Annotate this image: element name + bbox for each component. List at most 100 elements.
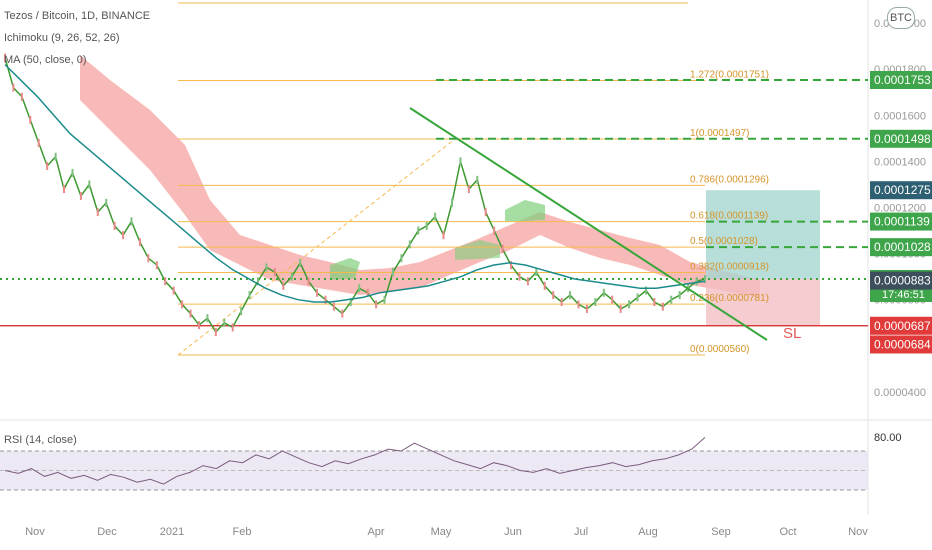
candle bbox=[434, 212, 437, 221]
candle bbox=[29, 115, 32, 124]
candle bbox=[71, 168, 74, 177]
y-axis-tick-label: 0.0000400 bbox=[874, 387, 926, 399]
candle bbox=[636, 293, 639, 302]
fib-level-label: 0.786(0.0001296) bbox=[690, 174, 769, 185]
candle bbox=[543, 281, 546, 290]
candle bbox=[535, 268, 538, 277]
candle bbox=[661, 302, 664, 311]
candle bbox=[231, 323, 234, 332]
x-axis-tick-label: Feb bbox=[233, 526, 252, 538]
candle bbox=[12, 83, 15, 92]
candle bbox=[619, 304, 622, 313]
x-axis-tick-label: Jul bbox=[574, 526, 588, 538]
legend-ma-text: MA (50, close, 0) bbox=[4, 54, 87, 66]
candle bbox=[189, 309, 192, 318]
candle bbox=[383, 295, 386, 304]
price-tag-text: 0.0001275 bbox=[874, 183, 931, 197]
price-tag-text: 0.0000883 bbox=[874, 274, 931, 288]
candle bbox=[695, 277, 698, 286]
candle bbox=[408, 240, 411, 249]
candle bbox=[585, 304, 588, 313]
candle bbox=[611, 295, 614, 304]
candle bbox=[628, 300, 631, 309]
price-tag-text: 0.0000684 bbox=[874, 337, 931, 351]
x-axis-tick-label: Dec bbox=[97, 526, 117, 538]
fib-level-label: 0.5(0.0001028) bbox=[690, 236, 758, 247]
chart-stage[interactable]: 0.00020000.00018000.00016000.00014000.00… bbox=[0, 0, 932, 550]
candle bbox=[577, 300, 580, 309]
candle bbox=[147, 254, 150, 263]
currency-badge[interactable]: BTC bbox=[887, 7, 915, 29]
candle bbox=[214, 328, 217, 336]
candle bbox=[138, 238, 141, 247]
candle bbox=[670, 295, 673, 304]
candle bbox=[20, 92, 23, 101]
x-axis-tick-label: Aug bbox=[638, 526, 658, 538]
y-axis-tick-label: 0.0001400 bbox=[874, 156, 926, 168]
legend-symbol-text: Tezos / Bitcoin, 1D, BINANCE bbox=[4, 10, 151, 22]
candle bbox=[602, 288, 605, 297]
candle bbox=[54, 152, 57, 161]
x-axis-tick-label: Oct bbox=[779, 526, 796, 538]
legend-ichimoku: Ichimoku (9, 26, 52, 26) bbox=[4, 32, 120, 44]
candle bbox=[181, 300, 184, 309]
candle bbox=[518, 272, 521, 281]
candle bbox=[155, 261, 158, 270]
legend-symbol: Tezos / Bitcoin, 1D, BINANCE bbox=[4, 10, 150, 22]
candle bbox=[122, 231, 125, 240]
rsi-legend: RSI (14, close) bbox=[4, 434, 77, 446]
candle bbox=[400, 254, 403, 263]
candle bbox=[96, 208, 99, 217]
candle bbox=[206, 314, 209, 323]
candle bbox=[282, 281, 285, 290]
candle bbox=[594, 298, 597, 307]
x-axis-tick-label: Apr bbox=[367, 526, 384, 538]
legend-ma: MA (50, close, 0) bbox=[4, 54, 87, 66]
legend-ichimoku-text: Ichimoku (9, 26, 52, 26) bbox=[4, 32, 120, 44]
candle bbox=[307, 277, 310, 286]
candle bbox=[358, 284, 361, 293]
candle bbox=[569, 291, 572, 300]
candle bbox=[130, 217, 133, 226]
chart-canvas[interactable]: 0.00020000.00018000.00016000.00014000.00… bbox=[0, 0, 932, 550]
price-tag-text: 0.0001028 bbox=[874, 240, 931, 254]
fib-level-label: 0(0.0000560) bbox=[690, 344, 750, 355]
fib-level-label: 1(0.0001497) bbox=[690, 128, 750, 139]
price-tag-text: 0.0001498 bbox=[874, 132, 931, 146]
candle bbox=[63, 185, 66, 194]
x-axis-tick-label: 2021 bbox=[160, 526, 184, 538]
candle bbox=[467, 185, 470, 194]
candle bbox=[265, 263, 268, 272]
price-tag-text: 0.0001139 bbox=[874, 215, 930, 229]
candle bbox=[425, 221, 428, 230]
candle bbox=[459, 157, 462, 166]
x-axis-tick-label: Sep bbox=[711, 526, 731, 538]
candle bbox=[105, 198, 108, 207]
price-tag-text: 0.0000687 bbox=[874, 319, 931, 333]
y-axis-tick-label: 0.0001600 bbox=[874, 110, 926, 122]
x-axis-tick-label: May bbox=[431, 526, 452, 538]
candle bbox=[79, 191, 82, 200]
candle bbox=[37, 138, 40, 147]
candle bbox=[197, 321, 200, 330]
candle bbox=[375, 300, 378, 309]
candle bbox=[290, 272, 293, 281]
fib-level-label: 1.272(0.0001751) bbox=[690, 69, 769, 80]
candle bbox=[450, 198, 453, 207]
x-axis-tick-label: Nov bbox=[25, 526, 45, 538]
candle bbox=[332, 302, 335, 311]
candle bbox=[223, 318, 226, 327]
candle bbox=[316, 288, 319, 297]
candle bbox=[46, 162, 49, 170]
candle bbox=[240, 307, 243, 316]
candle bbox=[678, 291, 681, 300]
candle bbox=[653, 298, 656, 307]
candle bbox=[417, 226, 420, 235]
fib-level-label: 0.618(0.0001139) bbox=[690, 211, 768, 222]
price-tag-text: 0.0001753 bbox=[874, 73, 931, 87]
candle bbox=[442, 231, 445, 240]
x-axis-tick-label: Nov bbox=[848, 526, 868, 538]
candle bbox=[560, 298, 563, 307]
candle bbox=[299, 258, 302, 267]
fib-level-label: 0.382(0.0000918) bbox=[690, 262, 769, 273]
